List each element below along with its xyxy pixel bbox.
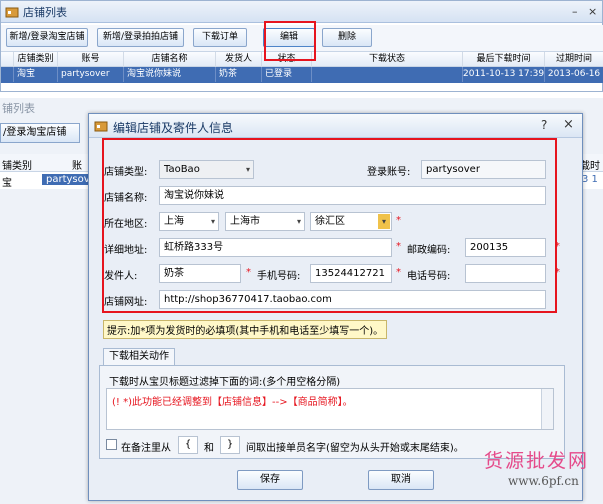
phone-field[interactable]: [465, 264, 546, 283]
download-orders-button[interactable]: 下载订单: [193, 28, 247, 47]
district-select[interactable]: 徐汇区 ▾: [310, 212, 392, 231]
remark-end-field[interactable]: }: [220, 436, 240, 454]
remark-and-label: 和: [204, 443, 214, 454]
region-label: 所在地区:: [104, 219, 148, 230]
address-label: 详细地址:: [104, 245, 148, 256]
site-watermark: 货源批发网 www.6pf.cn: [480, 446, 600, 502]
province-select[interactable]: 上海 ▾: [159, 212, 219, 231]
col-account[interactable]: 账号: [58, 52, 124, 67]
col-download-status[interactable]: 下载状态: [312, 52, 463, 67]
col-last-download[interactable]: 最后下载时间: [463, 52, 545, 67]
sender-field[interactable]: 奶茶: [159, 264, 241, 283]
store-name-field[interactable]: 淘宝说你妹说: [159, 186, 546, 205]
cell-last-download: 2011-10-13 17:39: [463, 67, 545, 82]
store-icon: [94, 121, 108, 132]
chevron-down-icon: ▾: [378, 214, 390, 229]
cell-store-name: 淘宝说你妹说: [124, 67, 216, 82]
col-sender[interactable]: 发货人: [216, 52, 262, 67]
filter-words-textarea[interactable]: (! *)此功能已经调整到【店铺信息】-->【商品简称】。: [106, 388, 554, 430]
postal-code-label: 邮政编码:: [407, 245, 451, 256]
postal-code-field[interactable]: 200135: [465, 238, 546, 257]
watermark-url: www.6pf.cn: [508, 474, 579, 488]
store-type-select[interactable]: TaoBao ▾: [159, 160, 254, 179]
add-taobao-store-button-2[interactable]: /登录淘宝店铺: [0, 123, 80, 143]
city-select[interactable]: 上海市 ▾: [225, 212, 305, 231]
login-account-field[interactable]: partysover: [421, 160, 546, 179]
watermark-title: 货源批发网: [484, 450, 590, 472]
remark-prefix-label: 在备注里从: [121, 443, 171, 454]
required-mark: *: [396, 267, 401, 278]
cell-status: 已登录: [262, 67, 312, 82]
cell-account: partysover: [58, 67, 124, 82]
required-mark: *: [555, 241, 560, 252]
store-list-title: 店铺列表: [23, 5, 67, 19]
edit-store-dialog: 编辑店铺及寄件人信息 ? × 店铺类型: TaoBao ▾ 登录账号: part…: [88, 113, 583, 501]
col-account-2[interactable]: 账: [72, 157, 82, 172]
cell-store-type: 淘宝: [14, 67, 58, 82]
required-fields-tip: 提示:加*项为发货时的必填项(其中手机和电话至少填写一个)。: [103, 320, 388, 339]
login-account-label: 登录账号:: [367, 167, 411, 178]
col-store-type-2[interactable]: 铺类别: [2, 157, 32, 172]
add-paipai-store-button[interactable]: 新增/登录拍拍店铺: [97, 28, 184, 47]
close-icon[interactable]: ×: [588, 5, 597, 18]
required-mark: *: [246, 267, 251, 278]
table-row[interactable]: 淘宝 partysover 淘宝说你妹说 奶茶 已登录 2011-10-13 1…: [1, 67, 603, 83]
minimize-icon[interactable]: –: [572, 5, 578, 18]
delete-button[interactable]: 删除: [322, 28, 372, 47]
tab-download-actions[interactable]: 下载相关动作: [103, 348, 175, 366]
sender-label: 发件人:: [104, 271, 138, 282]
cell-last-download-2: 3 1: [582, 174, 598, 185]
store-url-field[interactable]: http://shop36770417.taobao.com: [159, 290, 546, 309]
dialog-title: 编辑店铺及寄件人信息: [113, 121, 234, 135]
chevron-down-icon: ▾: [245, 165, 250, 174]
remark-checkbox[interactable]: [106, 439, 117, 450]
store-list-title-bar: 店铺列表 – ×: [1, 1, 602, 23]
chevron-down-icon: ▾: [210, 217, 215, 226]
remark-suffix-label: 间取出接单员名字(留空为从头开始或末尾结束)。: [246, 443, 464, 454]
cell-download-status: [312, 67, 463, 82]
cell-sender: 奶茶: [216, 67, 262, 82]
mobile-label: 手机号码:: [257, 271, 301, 282]
address-field[interactable]: 虹桥路333号: [159, 238, 392, 257]
col-store-name[interactable]: 店铺名称: [124, 52, 216, 67]
download-actions-group: 下载时从宝贝标题过滤掉下面的词:(多个用空格分隔) (! *)此功能已经调整到【…: [99, 365, 565, 459]
store-list-title-2: 铺列表: [2, 102, 35, 115]
filter-description: 下载时从宝贝标题过滤掉下面的词:(多个用空格分隔): [109, 377, 341, 388]
chevron-down-icon: ▾: [296, 217, 301, 226]
col-last-download-2[interactable]: 载时: [580, 157, 600, 172]
required-mark: *: [396, 241, 401, 252]
cell-store-type-2: 宝: [2, 178, 12, 189]
store-list-window: 店铺列表 – × 新增/登录淘宝店铺 新增/登录拍拍店铺 下载订单 编辑 删除 …: [0, 0, 603, 92]
store-url-label: 店铺网址:: [104, 297, 148, 308]
edit-highlight-box: [264, 21, 316, 61]
dialog-title-bar: 编辑店铺及寄件人信息 ? ×: [89, 114, 582, 138]
cell-expire: 2013-06-16: [545, 67, 603, 82]
save-button[interactable]: 保存: [237, 470, 303, 490]
cancel-button[interactable]: 取消: [368, 470, 434, 490]
help-icon[interactable]: ?: [541, 118, 547, 132]
store-type-label: 店铺类型:: [104, 167, 148, 178]
col-expire[interactable]: 过期时间: [545, 52, 603, 67]
required-mark: *: [555, 267, 560, 278]
mobile-field[interactable]: 13524412721: [310, 264, 392, 283]
close-icon[interactable]: ×: [563, 117, 574, 132]
remark-start-field[interactable]: {: [178, 436, 198, 454]
add-taobao-store-button[interactable]: 新增/登录淘宝店铺: [6, 28, 88, 47]
scrollbar[interactable]: [541, 389, 553, 429]
required-mark: *: [396, 215, 401, 226]
phone-label: 电话号码:: [407, 271, 451, 282]
store-info-form: 店铺类型: TaoBao ▾ 登录账号: partysover 店铺名称: 淘宝…: [99, 144, 560, 310]
store-icon: [5, 7, 19, 17]
store-name-label: 店铺名称:: [104, 193, 148, 204]
col-store-type[interactable]: 店铺类别: [14, 52, 58, 67]
